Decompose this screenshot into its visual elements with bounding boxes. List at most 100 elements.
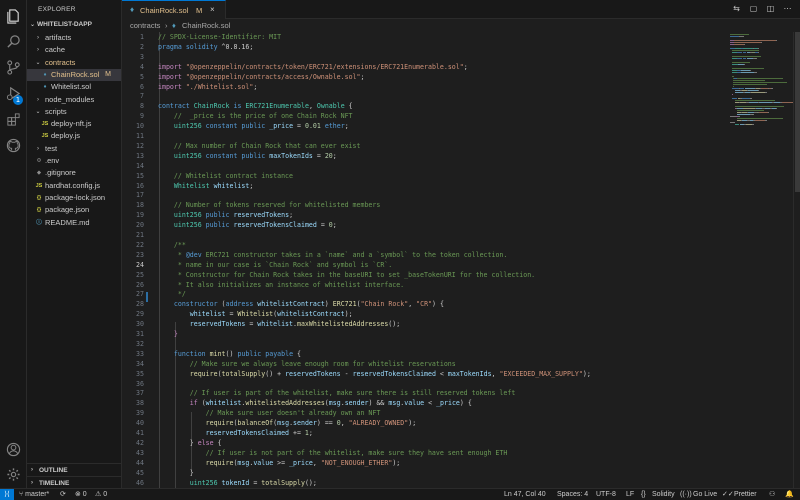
code-line[interactable]: 42 } else { (122, 438, 727, 448)
code-line[interactable]: 19 uint256 public reservedTokens; (122, 210, 727, 220)
code-line[interactable]: 43 // If user is not part of the whiteli… (122, 448, 727, 458)
settings-gear-icon[interactable] (4, 465, 22, 483)
code-line[interactable]: 13 uint256 constant public maxTokenIds =… (122, 151, 727, 161)
split-editor-icon[interactable]: ◫ (766, 4, 775, 13)
code-line[interactable]: 1 // SPDX-License-Identifier: MIT (122, 32, 727, 42)
tree-item[interactable]: {} package-lock.json (27, 192, 121, 204)
code-line[interactable]: 2 pragma solidity ^0.8.16; (122, 42, 727, 52)
code-token: // Make sure we always leave enough room… (189, 359, 456, 368)
code-line[interactable]: 25 * Constructor for Chain Rock takes in… (122, 270, 727, 280)
code-line[interactable]: 18 // Number of tokens reserved for whit… (122, 200, 727, 210)
tree-item[interactable]: JS hardhat.config.js (27, 180, 121, 192)
code-line[interactable]: 11 (122, 131, 727, 141)
outline-section[interactable]: › OUTLINE (27, 463, 121, 476)
code-line[interactable]: 14 (122, 161, 727, 171)
cursor-position[interactable]: Ln 47, Col 40 (504, 490, 546, 500)
code-line[interactable]: 27 */ (122, 289, 727, 299)
indentation[interactable]: Spaces: 4 (557, 490, 588, 500)
code-line[interactable]: 12 // Max number of Chain Rock that can … (122, 141, 727, 151)
code-line[interactable]: 30 reservedTokens = whitelist.maxWhiteli… (122, 319, 727, 329)
close-icon[interactable]: × (210, 5, 215, 14)
line-ending[interactable]: LF (626, 490, 634, 500)
tree-item[interactable]: › cache (27, 44, 121, 56)
source-control-icon[interactable] (4, 58, 22, 76)
code-line[interactable]: 10 uint256 constant public _price = 0.01… (122, 121, 727, 131)
warning-count[interactable]: ⚠ 0 (95, 490, 107, 500)
code-line[interactable]: 38 if (whitelist.whitelistedAddresses(ms… (122, 398, 727, 408)
minimap[interactable] (727, 32, 796, 488)
extensions-icon[interactable] (4, 110, 22, 128)
language-mode[interactable]: Solidity (652, 490, 675, 500)
sync-icon[interactable]: ⟳ (60, 490, 66, 500)
search-icon[interactable] (4, 32, 22, 50)
code-line[interactable]: 4 import "@openzeppelin/contracts/token/E… (122, 62, 727, 72)
tree-item[interactable]: ◆ .gitignore (27, 167, 121, 179)
tree-item[interactable]: JS deploy-nft.js (27, 118, 121, 130)
code-line[interactable]: 17 (122, 190, 727, 200)
code-line[interactable]: 16 Whitelist whitelist; (122, 181, 727, 191)
code-line[interactable]: 20 uint256 public reservedTokensClaimed … (122, 220, 727, 230)
encoding[interactable]: UTF-8 (596, 490, 616, 500)
vertical-scrollbar[interactable] (793, 32, 800, 488)
tree-item[interactable]: › node_modules (27, 94, 121, 106)
code-line[interactable]: 37 // If user is part of the whitelist, … (122, 388, 727, 398)
tree-item[interactable]: {} package.json (27, 204, 121, 216)
tree-item[interactable]: ⓘ README.md (27, 217, 121, 229)
code-line[interactable]: 6 import "./Whitelist.sol"; (122, 82, 727, 92)
code-line[interactable]: 21 (122, 230, 727, 240)
code-text: // SPDX-License-Identifier: MIT (158, 32, 281, 42)
code-editor[interactable]: 1 // SPDX-License-Identifier: MIT 2 pragma … (122, 32, 727, 488)
code-line[interactable]: 40 require(balanceOf(msg.sender) == 0, "… (122, 418, 727, 428)
code-line[interactable]: 41 reservedTokensClaimed += 1; (122, 428, 727, 438)
code-line[interactable]: 45 } (122, 468, 727, 478)
tree-item[interactable]: ⌄ scripts (27, 106, 121, 118)
code-line[interactable]: 32 (122, 339, 727, 349)
github-icon[interactable] (4, 136, 22, 154)
tab-chainrock-sol[interactable]: ♦ ChainRock.sol M × (122, 0, 226, 19)
code-line[interactable]: 9 // _price is the price of one Chain Ro… (122, 111, 727, 121)
notification-icon[interactable]: 🔔 (785, 490, 794, 500)
account-icon[interactable] (4, 440, 22, 458)
code-line[interactable]: 26 * It also initializes an instance of … (122, 280, 727, 290)
code-line[interactable]: 35 require(totalSupply() + reservedToken… (122, 369, 727, 379)
code-line[interactable]: 36 (122, 379, 727, 389)
code-line[interactable]: 15 // Whitelist contract instance (122, 171, 727, 181)
tree-item[interactable]: ⚙ .env (27, 155, 121, 167)
code-line[interactable]: 7 (122, 91, 727, 101)
code-line[interactable]: 33 function mint() public payable { (122, 349, 727, 359)
open-preview-icon[interactable]: ▢ (749, 4, 758, 13)
code-line[interactable]: 24 * name in our case is `Chain Rock` an… (122, 260, 727, 270)
tree-item[interactable]: JS deploy.js (27, 130, 121, 142)
breadcrumb-file[interactable]: ChainRock.sol (182, 21, 230, 30)
prettier-button[interactable]: Prettier (734, 490, 757, 500)
run-debug-icon[interactable] (4, 84, 22, 102)
go-live-button[interactable]: Go Live (693, 490, 717, 500)
code-line[interactable]: 8 contract ChainRock is ERC721Enumerable,… (122, 101, 727, 111)
account-status-icon[interactable]: ⚇ (769, 490, 775, 500)
code-line[interactable]: 5 import "@openzeppelin/contracts/access/… (122, 72, 727, 82)
explorer-icon[interactable] (4, 7, 22, 25)
code-line[interactable]: 46 uint256 tokenId = totalSupply(); (122, 478, 727, 488)
code-line[interactable]: 23 * @dev ERC721 constructor takes in a … (122, 250, 727, 260)
workspace-root[interactable]: ⌄ WHITELIST-DAPP (30, 21, 92, 28)
code-line[interactable]: 22 /** (122, 240, 727, 250)
breadcrumb-folder[interactable]: contracts (130, 21, 160, 30)
code-line[interactable]: 29 whitelist = Whitelist(whitelistContra… (122, 309, 727, 319)
tree-item[interactable]: ⌄ contracts (27, 57, 121, 69)
code-line[interactable]: 34 // Make sure we always leave enough r… (122, 359, 727, 369)
git-branch[interactable]: ⑂ master* (19, 490, 49, 500)
code-line[interactable]: 3 (122, 52, 727, 62)
tree-item[interactable]: › artifacts (27, 32, 121, 44)
tree-item[interactable]: ♦ ChainRock.sol M (27, 68, 121, 81)
compare-changes-icon[interactable]: ⇆ (732, 4, 741, 13)
code-line[interactable]: 28 constructor (address whitelistContrac… (122, 299, 727, 309)
code-line[interactable]: 31 } (122, 329, 727, 339)
tree-item[interactable]: › test (27, 143, 121, 155)
remote-icon[interactable]: ⟩⟨ (0, 489, 14, 500)
tree-item[interactable]: ♦ Whitelist.sol (27, 81, 121, 93)
scrollbar-thumb[interactable] (795, 32, 800, 192)
more-actions-icon[interactable]: ⋯ (783, 4, 792, 13)
error-count[interactable]: ⊗ 0 (75, 490, 87, 500)
code-line[interactable]: 39 // Make sure user doesn't already own… (122, 408, 727, 418)
code-line[interactable]: 44 require(msg.value >= _price, "NOT_ENO… (122, 458, 727, 468)
